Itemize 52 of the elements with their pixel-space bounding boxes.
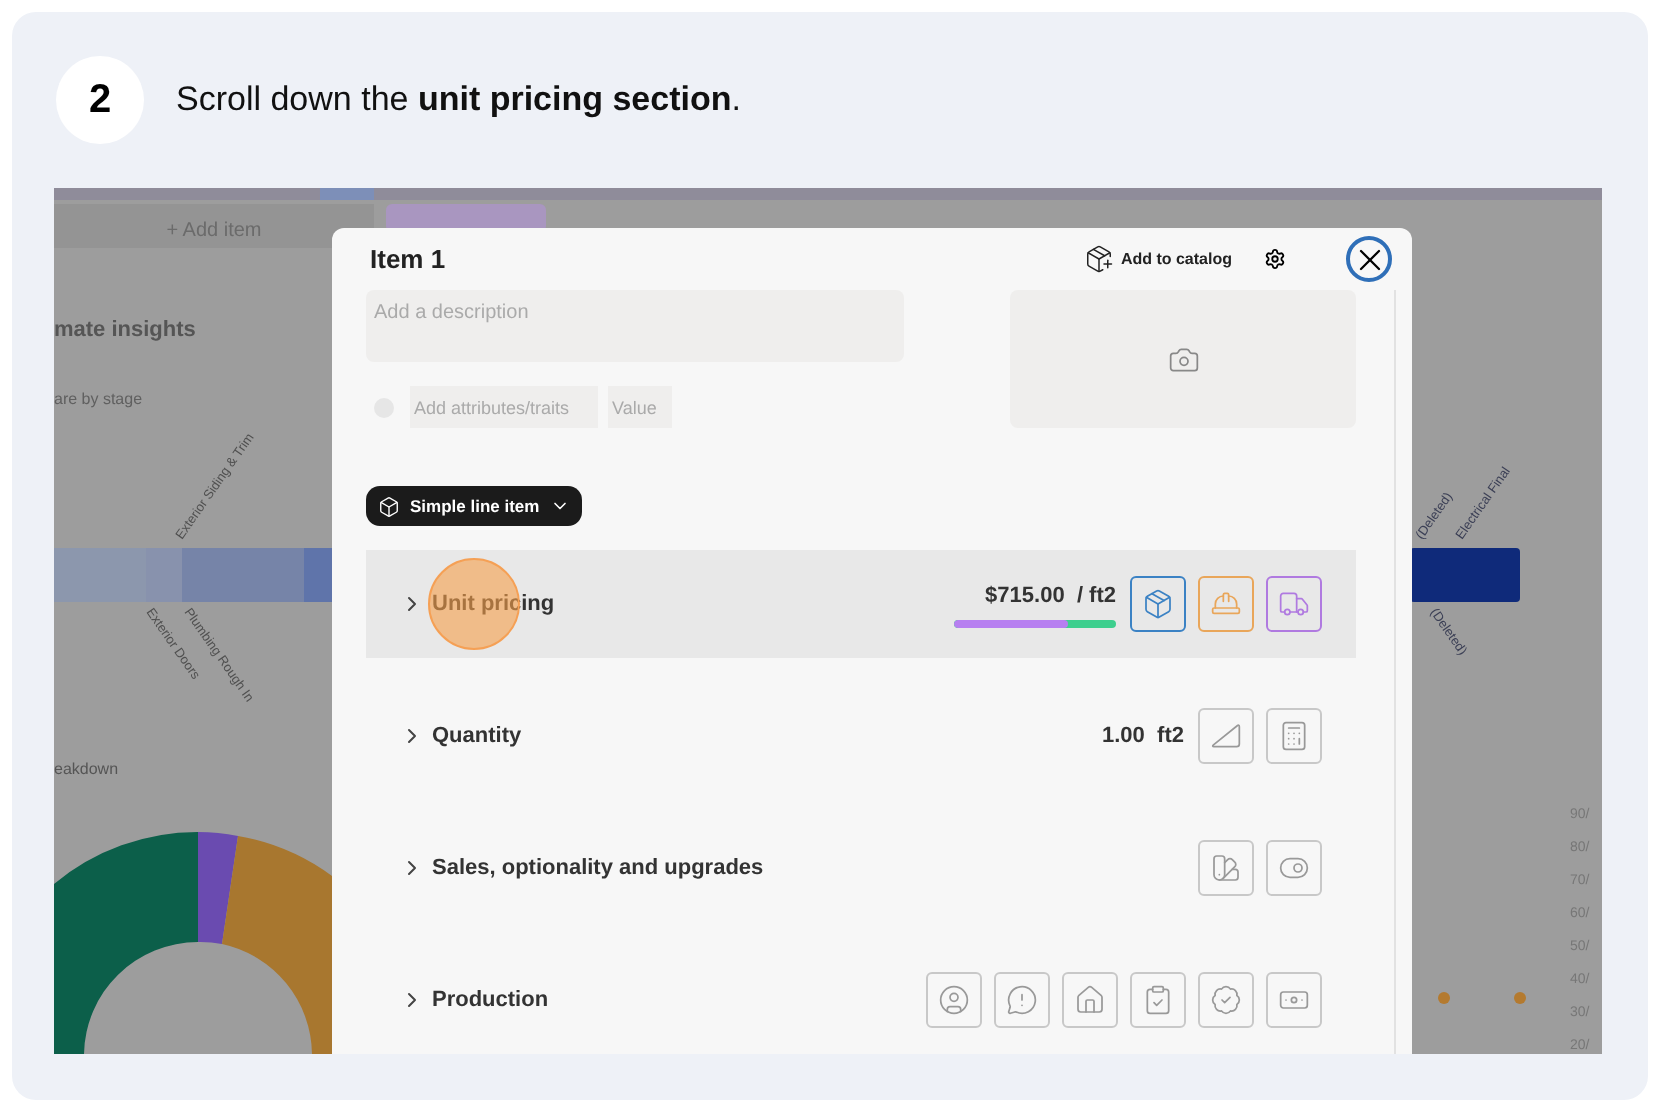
value-field[interactable]: Value — [608, 386, 672, 428]
section-tool-button[interactable] — [1266, 576, 1322, 632]
section-tool-button[interactable] — [1266, 840, 1322, 896]
settings-button[interactable] — [1264, 248, 1286, 270]
section-tool-button[interactable] — [994, 972, 1050, 1028]
chart-subtitle: are by stage — [54, 390, 143, 408]
worker-icon — [1210, 588, 1242, 620]
chart-dot — [1438, 992, 1450, 1004]
section-value: 1.00 ft2 — [1102, 721, 1184, 752]
section-row[interactable]: Sales, optionality and upgrades — [366, 814, 1356, 922]
description-field[interactable]: Add a description — [366, 290, 904, 362]
section-tool-button[interactable] — [1266, 972, 1322, 1028]
insights-title: mate insights — [54, 318, 196, 342]
add-to-catalog-button[interactable]: Add to catalog — [1084, 244, 1232, 274]
swatch-icon — [1210, 852, 1242, 884]
clipboard-check-icon — [1142, 984, 1174, 1016]
section-tool-button[interactable] — [926, 972, 982, 1028]
calculator-icon — [1278, 720, 1310, 752]
step-instruction: Scroll down the unit pricing section. — [176, 78, 741, 123]
section-tool-button[interactable] — [1198, 576, 1254, 632]
section-tool-button[interactable] — [1198, 972, 1254, 1028]
user-icon — [938, 984, 970, 1016]
section-value: $715.00 / ft2 — [983, 582, 1116, 613]
section-label: Production — [432, 985, 551, 1016]
ruler-triangle-icon — [1210, 720, 1242, 752]
section-tool-button[interactable] — [1198, 840, 1254, 896]
modal-title: Item 1 — [370, 241, 448, 278]
section-tool-button[interactable] — [1198, 708, 1254, 764]
toggle-icon — [1278, 852, 1310, 884]
house-icon — [1074, 984, 1106, 1016]
section-label: Sales, optionality and upgrades — [432, 853, 766, 884]
close-button[interactable] — [1346, 236, 1392, 282]
truck-icon — [1278, 588, 1310, 620]
package-icon — [1142, 588, 1174, 620]
section-row[interactable]: Quantity 1.00 ft2 — [366, 682, 1356, 790]
item-type-dropdown[interactable]: Simple line item — [366, 486, 582, 526]
package-plus-icon — [1084, 244, 1115, 274]
section-tool-button[interactable] — [1062, 972, 1118, 1028]
section-row[interactable]: Production — [366, 946, 1356, 1054]
message-alert-icon — [1006, 984, 1038, 1016]
step-number: 2 — [56, 56, 144, 144]
badge-check-icon — [1210, 984, 1242, 1016]
settings-icon — [1264, 248, 1286, 270]
attribute-field[interactable]: Add attributes/traits — [410, 386, 598, 428]
section-tool-button[interactable] — [1130, 576, 1186, 632]
section-tool-button[interactable] — [1266, 708, 1322, 764]
chart-dot — [1514, 992, 1526, 1004]
camera-icon — [1167, 343, 1199, 375]
section-label: Quantity — [432, 721, 524, 752]
breakdown-title: eakdown — [54, 760, 119, 778]
section-tool-button[interactable] — [1130, 972, 1186, 1028]
cube-icon — [378, 495, 400, 517]
